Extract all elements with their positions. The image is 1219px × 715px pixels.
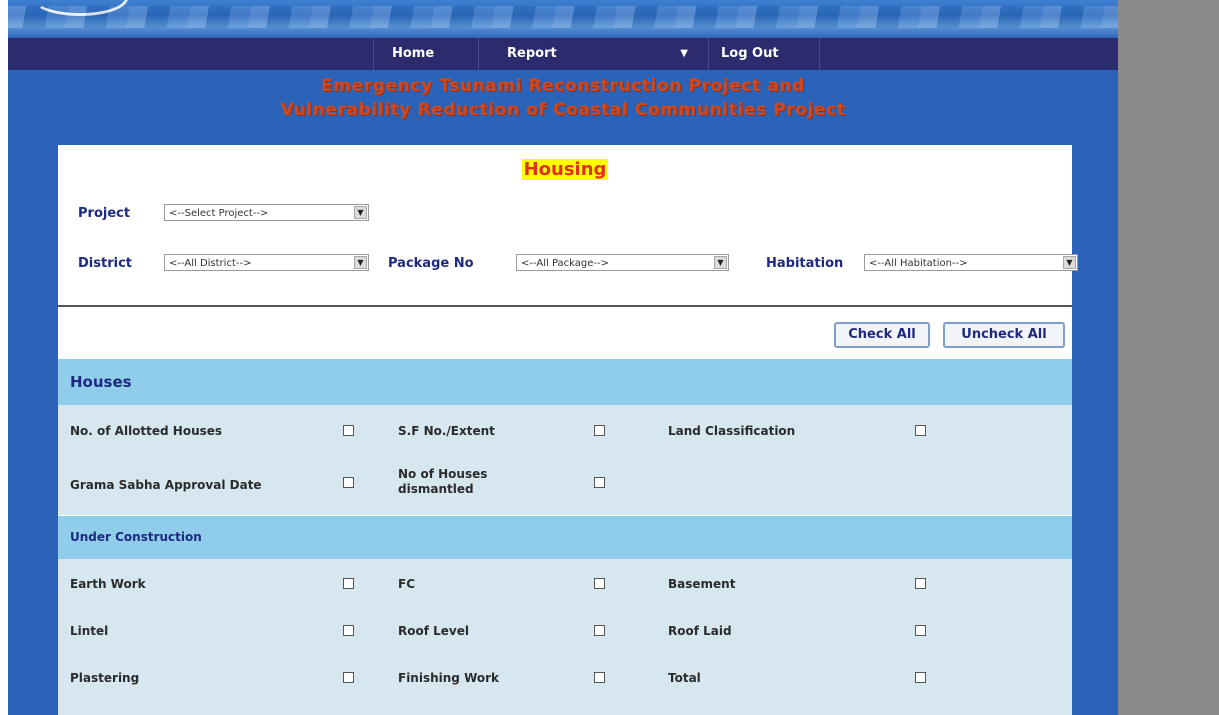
item-checkbox[interactable] xyxy=(915,578,926,589)
nav-report-dropdown[interactable]: Report ▼ xyxy=(478,38,708,70)
houses-section-body: No. of Allotted Houses S.F No./Extent La… xyxy=(58,405,1072,515)
district-label: District xyxy=(78,256,132,271)
item-checkbox[interactable] xyxy=(343,578,354,589)
project-select[interactable]: <--Select Project--> ▼ xyxy=(164,204,369,221)
item-label: Roof Laid xyxy=(668,624,732,638)
item-label: Land Classification xyxy=(668,424,796,438)
package-label: Package No xyxy=(388,256,474,271)
item-checkbox[interactable] xyxy=(343,425,354,436)
chevron-down-icon: ▼ xyxy=(354,206,367,219)
chevron-down-icon: ▼ xyxy=(714,256,727,269)
item-checkbox[interactable] xyxy=(915,425,926,436)
item-checkbox[interactable] xyxy=(915,625,926,636)
site-container: Home Report ▼ Log Out Emergency Tsunami … xyxy=(8,0,1118,715)
item-checkbox[interactable] xyxy=(915,672,926,683)
item-checkbox[interactable] xyxy=(594,625,605,636)
chevron-down-icon: ▼ xyxy=(1063,256,1076,269)
project-title-line2: Vulnerability Reduction of Coastal Commu… xyxy=(280,100,846,120)
nav-home-label: Home xyxy=(392,46,435,61)
page-title: Housing xyxy=(58,159,1072,180)
item-checkbox[interactable] xyxy=(343,625,354,636)
uncheck-all-button[interactable]: Uncheck All xyxy=(943,322,1065,348)
item-label: FC xyxy=(398,577,416,591)
item-label: Total xyxy=(668,671,701,685)
item-checkbox[interactable] xyxy=(594,672,605,683)
district-select-value: <--All District--> xyxy=(169,258,252,269)
nav-home[interactable]: Home xyxy=(373,38,473,70)
under-construction-section-header: Under Construction xyxy=(58,516,1072,559)
project-title-line1: Emergency Tsunami Reconstruction Project… xyxy=(321,76,805,96)
item-label: No of Houses dismantled xyxy=(398,467,488,496)
item-label: Basement xyxy=(668,577,736,591)
item-label: Plastering xyxy=(70,671,140,685)
housing-panel: Housing Project <--Select Project--> ▼ D… xyxy=(58,145,1078,715)
nav-logout-label: Log Out xyxy=(721,46,779,61)
logo-icon xyxy=(32,0,128,16)
nav-logout[interactable]: Log Out xyxy=(708,38,820,70)
item-label: Roof Level xyxy=(398,624,469,638)
check-all-button[interactable]: Check All xyxy=(834,322,930,348)
habitation-label: Habitation xyxy=(766,256,844,271)
habitation-select[interactable]: <--All Habitation--> ▼ xyxy=(864,254,1078,271)
page-title-text: Housing xyxy=(521,159,609,180)
outer-gray-margin xyxy=(1118,0,1219,715)
item-checkbox[interactable] xyxy=(594,477,605,488)
habitation-select-value: <--All Habitation--> xyxy=(869,258,968,269)
project-label: Project xyxy=(78,206,131,221)
filter-divider xyxy=(58,305,1072,307)
item-checkbox[interactable] xyxy=(594,578,605,589)
header-banner xyxy=(8,0,1118,38)
item-label: S.F No./Extent xyxy=(398,424,495,438)
item-checkbox[interactable] xyxy=(343,672,354,683)
nav-report-label: Report xyxy=(507,46,557,61)
item-label: No. of Allotted Houses xyxy=(70,424,223,438)
project-select-value: <--Select Project--> xyxy=(169,208,269,219)
under-construction-section-body: Earth Work FC Basement Lintel Roof Level… xyxy=(58,559,1072,715)
package-select[interactable]: <--All Package--> ▼ xyxy=(516,254,729,271)
project-title: Emergency Tsunami Reconstruction Project… xyxy=(8,74,1118,122)
item-label: Grama Sabha Approval Date xyxy=(70,478,262,492)
item-checkbox[interactable] xyxy=(343,477,354,488)
item-label: Finishing Work xyxy=(398,671,500,685)
package-select-value: <--All Package--> xyxy=(521,258,609,269)
chevron-down-icon: ▼ xyxy=(354,256,367,269)
item-label: Earth Work xyxy=(70,577,146,591)
top-nav: Home Report ▼ Log Out xyxy=(8,38,1118,70)
item-label: Lintel xyxy=(70,624,109,638)
caret-down-icon: ▼ xyxy=(680,48,688,59)
district-select[interactable]: <--All District--> ▼ xyxy=(164,254,369,271)
houses-section-header: Houses xyxy=(58,359,1072,405)
item-checkbox[interactable] xyxy=(594,425,605,436)
